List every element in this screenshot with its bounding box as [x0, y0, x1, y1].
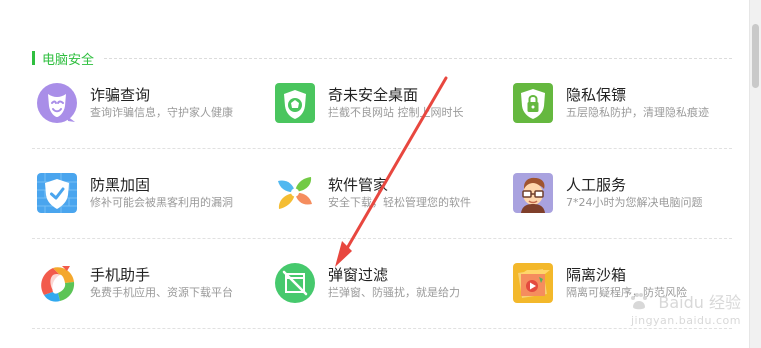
- tile-title: 隐私保镖: [566, 86, 627, 104]
- tile-text-fraud-query: 诈骗查询 查询诈骗信息，守护家人健康: [90, 85, 261, 121]
- tile-description: 免费手机应用、资源下载平台: [90, 286, 233, 299]
- row-divider-1: [32, 148, 732, 149]
- tile-text-anti-hack: 防黑加固 修补可能会被黑客利用的漏洞: [90, 175, 261, 211]
- tile-description: 7*24小时为您解决电脑问题: [566, 196, 703, 209]
- shield-brick-icon: [36, 172, 78, 214]
- section-title: 电脑安全: [42, 52, 95, 68]
- tile-title: 软件管家: [328, 176, 389, 194]
- tile-title: 防黑加固: [90, 176, 151, 194]
- tile-title: 弹窗过滤: [328, 266, 389, 284]
- tile-text-phone-assistant: 手机助手 免费手机应用、资源下载平台: [90, 265, 261, 301]
- section-dashed-line: [104, 57, 732, 59]
- baidu-experience-watermark: Baidu 经验 jingyan.baidu.com: [628, 291, 741, 330]
- tool-tile-human-service[interactable]: 人工服务 7*24小时为您解决电脑问题: [512, 166, 737, 220]
- tile-description: 安全下载，轻松管理您的软件: [328, 196, 471, 209]
- tile-text-safe-desktop: 奇未安全桌面 拦截不良网站 控制上网时长: [328, 85, 499, 121]
- tile-description: 拦截不良网站 控制上网时长: [328, 106, 464, 119]
- tile-title: 奇未安全桌面: [328, 86, 419, 104]
- row-divider-3: [32, 328, 732, 329]
- rainbow-ball-icon: [36, 262, 78, 304]
- sandbox-icon: [512, 262, 554, 304]
- tile-title: 诈骗查询: [90, 86, 151, 104]
- tile-description: 查询诈骗信息，守护家人健康: [90, 106, 233, 119]
- popup-filter-icon: [274, 262, 316, 304]
- watermark-text: Baidu 经验: [658, 293, 741, 312]
- tile-text-popup-filter: 弹窗过滤 拦弹窗、防骚扰，就是给力: [328, 265, 499, 301]
- tool-tile-popup-filter[interactable]: 弹窗过滤 拦弹窗、防骚扰，就是给力: [274, 256, 499, 310]
- row-divider-2: [32, 238, 732, 239]
- tile-description: 修补可能会被黑客利用的漏洞: [90, 196, 233, 209]
- tool-tile-safe-desktop[interactable]: 奇未安全桌面 拦截不良网站 控制上网时长: [274, 76, 499, 130]
- shield-football-icon: [274, 82, 316, 124]
- mask-icon: [36, 82, 78, 124]
- section-green-marker: [32, 51, 35, 65]
- tool-tile-software-manager[interactable]: 软件管家 安全下载，轻松管理您的软件: [274, 166, 499, 220]
- tile-title: 人工服务: [566, 176, 627, 194]
- tile-text-human-service: 人工服务 7*24小时为您解决电脑问题: [566, 175, 737, 211]
- watermark-url: jingyan.baidu.com: [630, 314, 741, 327]
- tile-description: 五层隐私防护，清理隐私痕迹: [566, 106, 709, 119]
- flower-icon: [274, 172, 316, 214]
- tool-tile-phone-assistant[interactable]: 手机助手 免费手机应用、资源下载平台: [36, 256, 261, 310]
- tile-description: 拦弹窗、防骚扰，就是给力: [328, 286, 460, 299]
- section-header-computer-security: 电脑安全: [32, 48, 732, 68]
- tile-text-privacy-guard: 隐私保镖 五层隐私防护，清理隐私痕迹: [566, 85, 737, 121]
- vertical-scrollbar[interactable]: [749, 0, 761, 348]
- tool-tile-fraud-query[interactable]: 诈骗查询 查询诈骗信息，守护家人健康: [36, 76, 261, 130]
- service-person-icon: [512, 172, 554, 214]
- tool-tile-privacy-guard[interactable]: 隐私保镖 五层隐私防护，清理隐私痕迹: [512, 76, 737, 130]
- tile-title: 手机助手: [90, 266, 151, 284]
- tool-tile-anti-hack[interactable]: 防黑加固 修补可能会被黑客利用的漏洞: [36, 166, 261, 220]
- security-tools-page: 电脑安全 诈骗查询 查询诈骗信息，守护家人健康 奇未安全桌面 拦截不良网站 控制…: [0, 0, 761, 348]
- tile-title: 隔离沙箱: [566, 266, 627, 284]
- tile-text-software-manager: 软件管家 安全下载，轻松管理您的软件: [328, 175, 499, 211]
- lock-shield-icon: [512, 82, 554, 124]
- scrollbar-thumb[interactable]: [752, 24, 759, 88]
- paw-icon: [631, 293, 648, 310]
